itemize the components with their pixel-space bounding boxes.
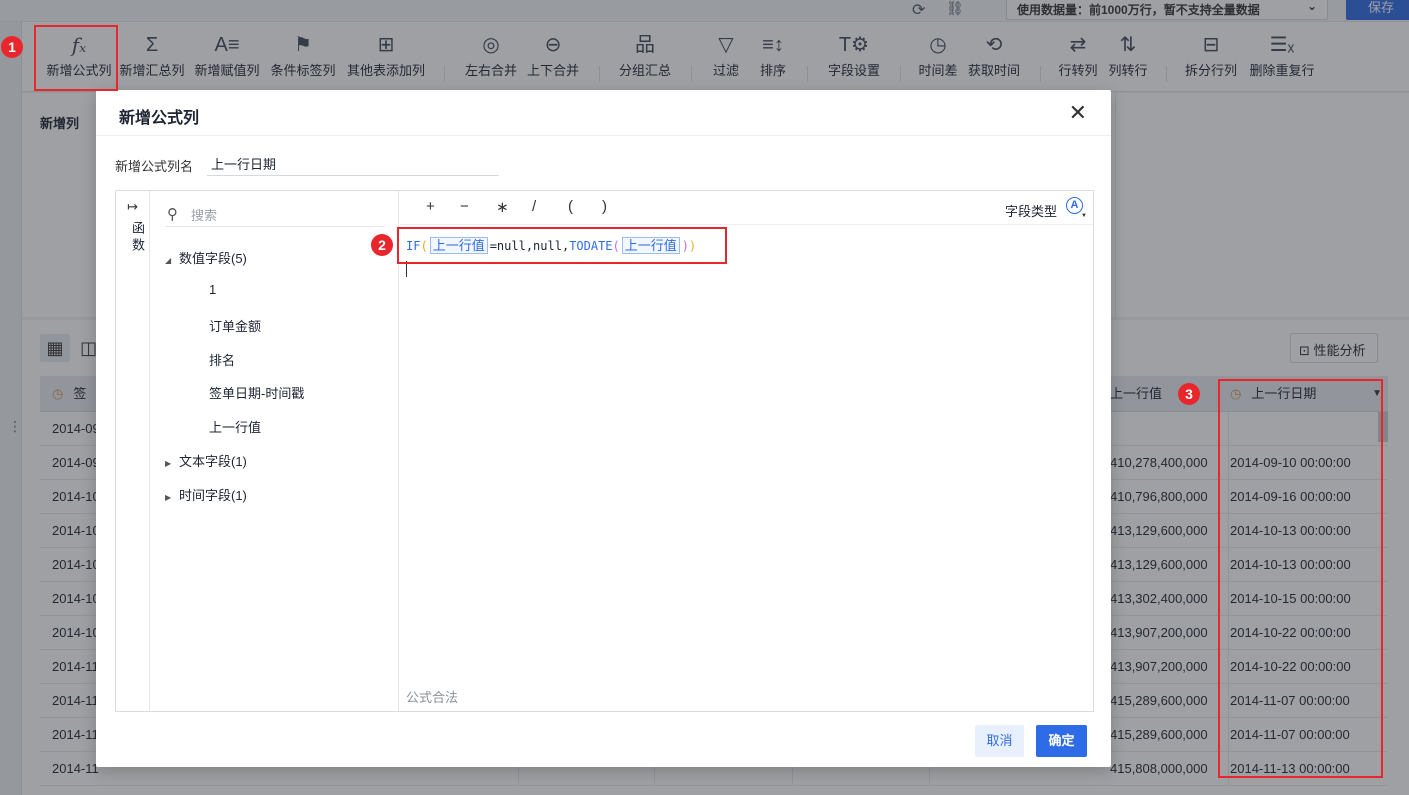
- operator-divide-button[interactable]: /: [532, 198, 536, 215]
- triangle-down-icon: ◢: [165, 256, 172, 265]
- add-formula-column-dialog: 新增公式列 ✕ 新增公式列名 ↦ 函数 ⚲ ◢数值字段(5) 1 订单金额 排名…: [96, 90, 1111, 767]
- column-name-label: 新增公式列名: [115, 159, 194, 174]
- tree-group-numeric[interactable]: ◢ 数值字段(5): [165, 248, 247, 267]
- field-type-label: 字段类型: [1004, 204, 1057, 219]
- tree-group-text[interactable]: ▶ 文本字段(1): [165, 451, 247, 470]
- triangle-right-icon: ▶: [165, 459, 172, 468]
- search-icon: ⚲: [167, 206, 178, 223]
- function-tab-label[interactable]: 函数: [126, 221, 148, 255]
- formula-editor: ↦ 函数 ⚲ ◢数值字段(5) 1 订单金额 排名 签单日期-时间戳 上一行值 …: [115, 190, 1094, 712]
- field-item[interactable]: 1: [209, 282, 216, 297]
- operator-plus-button[interactable]: +: [426, 198, 435, 215]
- field-item[interactable]: 签单日期-时间戳: [209, 383, 304, 402]
- operator-close-paren-button[interactable]: ): [602, 198, 607, 215]
- annotation-badge-2: 2: [371, 234, 393, 256]
- field-search: ⚲: [165, 203, 385, 227]
- confirm-button[interactable]: 确定: [1036, 725, 1087, 757]
- dialog-header: 新增公式列 ✕: [96, 90, 1111, 136]
- operator-minus-button[interactable]: −: [460, 198, 469, 215]
- annotation-box-1: [34, 25, 118, 91]
- function-panel-toggle[interactable]: ↦ 函数: [116, 191, 150, 711]
- tree-group-time[interactable]: ▶ 时间字段(1): [165, 485, 247, 504]
- operator-open-paren-button[interactable]: (: [568, 198, 573, 215]
- annotation-box-2: [397, 227, 727, 264]
- field-type-text-icon[interactable]: A: [1066, 197, 1083, 214]
- field-item[interactable]: 排名: [209, 350, 235, 369]
- annotation-box-3: [1218, 379, 1383, 778]
- field-item[interactable]: 订单金额: [209, 316, 261, 335]
- field-search-input[interactable]: [191, 205, 381, 225]
- formula-status: 公式合法: [406, 690, 459, 705]
- operator-multiply-button[interactable]: ∗: [496, 198, 509, 216]
- dialog-title: 新增公式列: [119, 110, 200, 127]
- close-icon[interactable]: ✕: [1069, 100, 1087, 126]
- field-type-caret-icon[interactable]: ▼: [1081, 213, 1087, 219]
- field-list-pane: ⚲ ◢数值字段(5) 1 订单金额 排名 签单日期-时间戳 上一行值 ▶文本字段…: [151, 191, 399, 711]
- annotation-badge-1: 1: [1, 36, 23, 58]
- cancel-button[interactable]: 取消: [975, 725, 1024, 757]
- triangle-right-icon: ▶: [165, 493, 172, 502]
- field-item[interactable]: 上一行值: [209, 417, 261, 436]
- operator-bar: + − ∗ / ( ) 字段类型 A ▼: [400, 191, 1093, 225]
- column-name-input[interactable]: [207, 152, 499, 176]
- expand-panel-icon[interactable]: ↦: [116, 199, 149, 215]
- formula-pane: + − ∗ / ( ) 字段类型 A ▼ IF(上一行值 =null,null,T…: [400, 191, 1093, 711]
- annotation-badge-3: 3: [1178, 383, 1200, 405]
